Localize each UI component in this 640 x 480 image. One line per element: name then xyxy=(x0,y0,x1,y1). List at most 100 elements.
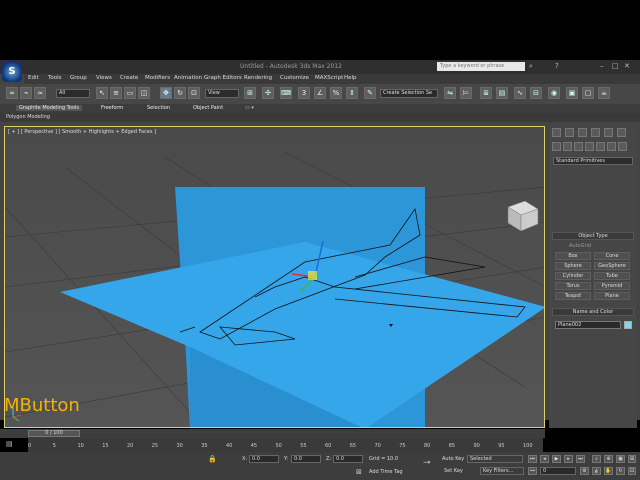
perspective-viewport[interactable]: [ + ] [ Perspective ] [ Smooth + Highlig… xyxy=(4,126,545,428)
angle-snap-icon[interactable]: ∠ xyxy=(314,87,326,99)
box-button[interactable]: Box xyxy=(555,252,591,260)
tab-graphite-modeling-tools[interactable]: Graphite Modeling Tools xyxy=(16,105,83,111)
layer-manager-icon[interactable]: ≣ xyxy=(480,87,492,99)
object-color-swatch[interactable] xyxy=(624,321,632,329)
modify-tab-icon[interactable] xyxy=(565,128,574,137)
render-production-icon[interactable]: ☕ xyxy=(598,87,610,99)
systems-icon[interactable] xyxy=(618,142,627,151)
display-tab-icon[interactable] xyxy=(604,128,613,137)
plane-button[interactable]: Plane xyxy=(594,292,630,300)
named-selection-dropdown[interactable]: Create Selection Se xyxy=(380,89,438,98)
object-type-rollout-title[interactable]: Object Type xyxy=(552,232,634,240)
reference-coord-dropdown[interactable]: View xyxy=(205,89,239,98)
menu-maxscript[interactable]: MAXScript xyxy=(315,75,343,81)
next-frame-icon[interactable]: ▸ xyxy=(564,455,573,463)
menu-animation[interactable]: Animation xyxy=(174,75,202,81)
close-icon[interactable]: ✕ xyxy=(624,62,632,70)
material-editor-icon[interactable]: ◉ xyxy=(548,87,560,99)
cone-button[interactable]: Cone xyxy=(594,252,630,260)
menu-create[interactable]: Create xyxy=(120,75,138,81)
object-name-field[interactable]: Plane002 xyxy=(555,321,621,329)
pivot-center-icon[interactable]: ⊞ xyxy=(244,87,256,99)
select-object-icon[interactable]: ↖ xyxy=(96,87,108,99)
search-input[interactable]: Type a keyword or phrase xyxy=(437,62,525,71)
geosphere-button[interactable]: GeoSphere xyxy=(594,262,630,270)
create-tab-icon[interactable] xyxy=(552,128,561,137)
geometry-icon[interactable] xyxy=(552,142,561,151)
tab-freeform[interactable]: Freeform xyxy=(101,105,123,111)
rect-selection-icon[interactable]: ▭ xyxy=(124,87,136,99)
rotate-icon[interactable]: ↻ xyxy=(174,87,186,99)
scale-icon[interactable]: ⊡ xyxy=(188,87,200,99)
shapes-icon[interactable] xyxy=(563,142,572,151)
tab-selection[interactable]: Selection xyxy=(147,105,170,111)
help-icon[interactable]: ? xyxy=(555,62,563,70)
track-bar[interactable]: 0 5 10 15 20 25 30 35 40 45 50 55 60 65 70 75 80 85 90 95 10… xyxy=(28,438,543,452)
sphere-button[interactable]: Sphere xyxy=(555,262,591,270)
play-icon[interactable]: ▶ xyxy=(552,455,561,463)
pyramid-button[interactable]: Pyramid xyxy=(594,282,630,290)
rendered-frame-icon[interactable]: ▢ xyxy=(582,87,594,99)
selection-filter-dropdown[interactable]: All xyxy=(56,89,90,98)
key-mode-icon[interactable]: ⊶ xyxy=(528,467,537,475)
percent-snap-icon[interactable]: % xyxy=(330,87,342,99)
goto-start-icon[interactable]: ⏮ xyxy=(528,455,537,463)
menu-views[interactable]: Views xyxy=(96,75,112,81)
spinner-snap-icon[interactable]: ⇕ xyxy=(346,87,358,99)
key-icon[interactable]: ⊸ xyxy=(423,458,431,468)
y-coordinate-field[interactable]: 0.0 xyxy=(291,455,321,463)
autogrid-checkbox[interactable]: AutoGrid xyxy=(569,243,591,249)
graphite-toggle-icon[interactable]: ▤ xyxy=(496,87,508,99)
lights-icon[interactable] xyxy=(574,142,583,151)
mirror-icon[interactable]: ⇋ xyxy=(444,87,456,99)
menu-group[interactable]: Group xyxy=(70,75,87,81)
z-coordinate-field[interactable]: 0.0 xyxy=(333,455,363,463)
motion-tab-icon[interactable] xyxy=(591,128,600,137)
menu-edit[interactable]: Edit xyxy=(28,75,39,81)
menu-help[interactable]: Help xyxy=(344,75,357,81)
select-by-name-icon[interactable]: ≡ xyxy=(110,87,122,99)
pan-icon[interactable]: ✋ xyxy=(604,467,613,475)
current-frame-field[interactable]: 0 xyxy=(540,467,576,475)
move-icon[interactable]: ✥ xyxy=(160,87,172,99)
select-manipulate-icon[interactable]: ✣ xyxy=(262,87,274,99)
menu-modifiers[interactable]: Modifiers xyxy=(145,75,170,81)
tab-object-paint[interactable]: Object Paint xyxy=(193,105,223,111)
app-logo-icon[interactable]: S xyxy=(2,62,22,82)
zoom-all-icon[interactable]: ⊕ xyxy=(604,455,613,463)
teapot-button[interactable]: Teapot xyxy=(555,292,591,300)
ribbon-panel-label[interactable]: Polygon Modeling xyxy=(6,114,50,120)
helpers-icon[interactable] xyxy=(596,142,605,151)
set-key-button[interactable]: Set Key xyxy=(444,468,463,474)
previous-frame-icon[interactable]: ◂ xyxy=(540,455,549,463)
search-icon[interactable]: ⌕ xyxy=(529,63,537,71)
keyboard-shortcut-icon[interactable]: ⌨ xyxy=(280,87,292,99)
viewport-label[interactable]: [ + ] [ Perspective ] [ Smooth + Highlig… xyxy=(8,129,156,135)
tube-button[interactable]: Tube xyxy=(594,272,630,280)
zoom-icon[interactable]: ⌕ xyxy=(592,455,601,463)
auto-key-button[interactable]: Auto Key xyxy=(442,456,464,462)
menu-customize[interactable]: Customize xyxy=(280,75,309,81)
unlink-icon[interactable]: ⌁ xyxy=(20,87,32,99)
torus-button[interactable]: Torus xyxy=(555,282,591,290)
zoom-extents-all-icon[interactable]: ⊞ xyxy=(628,455,636,463)
fov-icon[interactable]: ◭ xyxy=(592,467,601,475)
cylinder-button[interactable]: Cylinder xyxy=(555,272,591,280)
time-config-icon[interactable]: ⚙ xyxy=(580,467,589,475)
snaps-toggle-icon[interactable]: 3 xyxy=(298,87,310,99)
utilities-tab-icon[interactable] xyxy=(617,128,626,137)
cameras-icon[interactable] xyxy=(585,142,594,151)
maximize-icon[interactable]: □ xyxy=(612,62,620,70)
align-icon[interactable]: ⊨ xyxy=(460,87,472,99)
mini-curve-editor-icon[interactable]: ▤ xyxy=(6,440,16,448)
link-icon[interactable]: ∞ xyxy=(6,87,18,99)
add-time-tag-button[interactable]: Add Time Tag xyxy=(369,469,403,475)
time-tag-icon[interactable]: ⊠ xyxy=(356,468,362,476)
schematic-view-icon[interactable]: ⊟ xyxy=(530,87,542,99)
zoom-extents-icon[interactable]: ▣ xyxy=(616,455,625,463)
scene-canvas[interactable] xyxy=(5,127,545,428)
time-slider-track[interactable] xyxy=(0,429,545,438)
orbit-icon[interactable]: ↻ xyxy=(616,467,625,475)
minimize-icon[interactable]: – xyxy=(600,62,608,70)
bind-spacewarp-icon[interactable]: ≈ xyxy=(34,87,46,99)
